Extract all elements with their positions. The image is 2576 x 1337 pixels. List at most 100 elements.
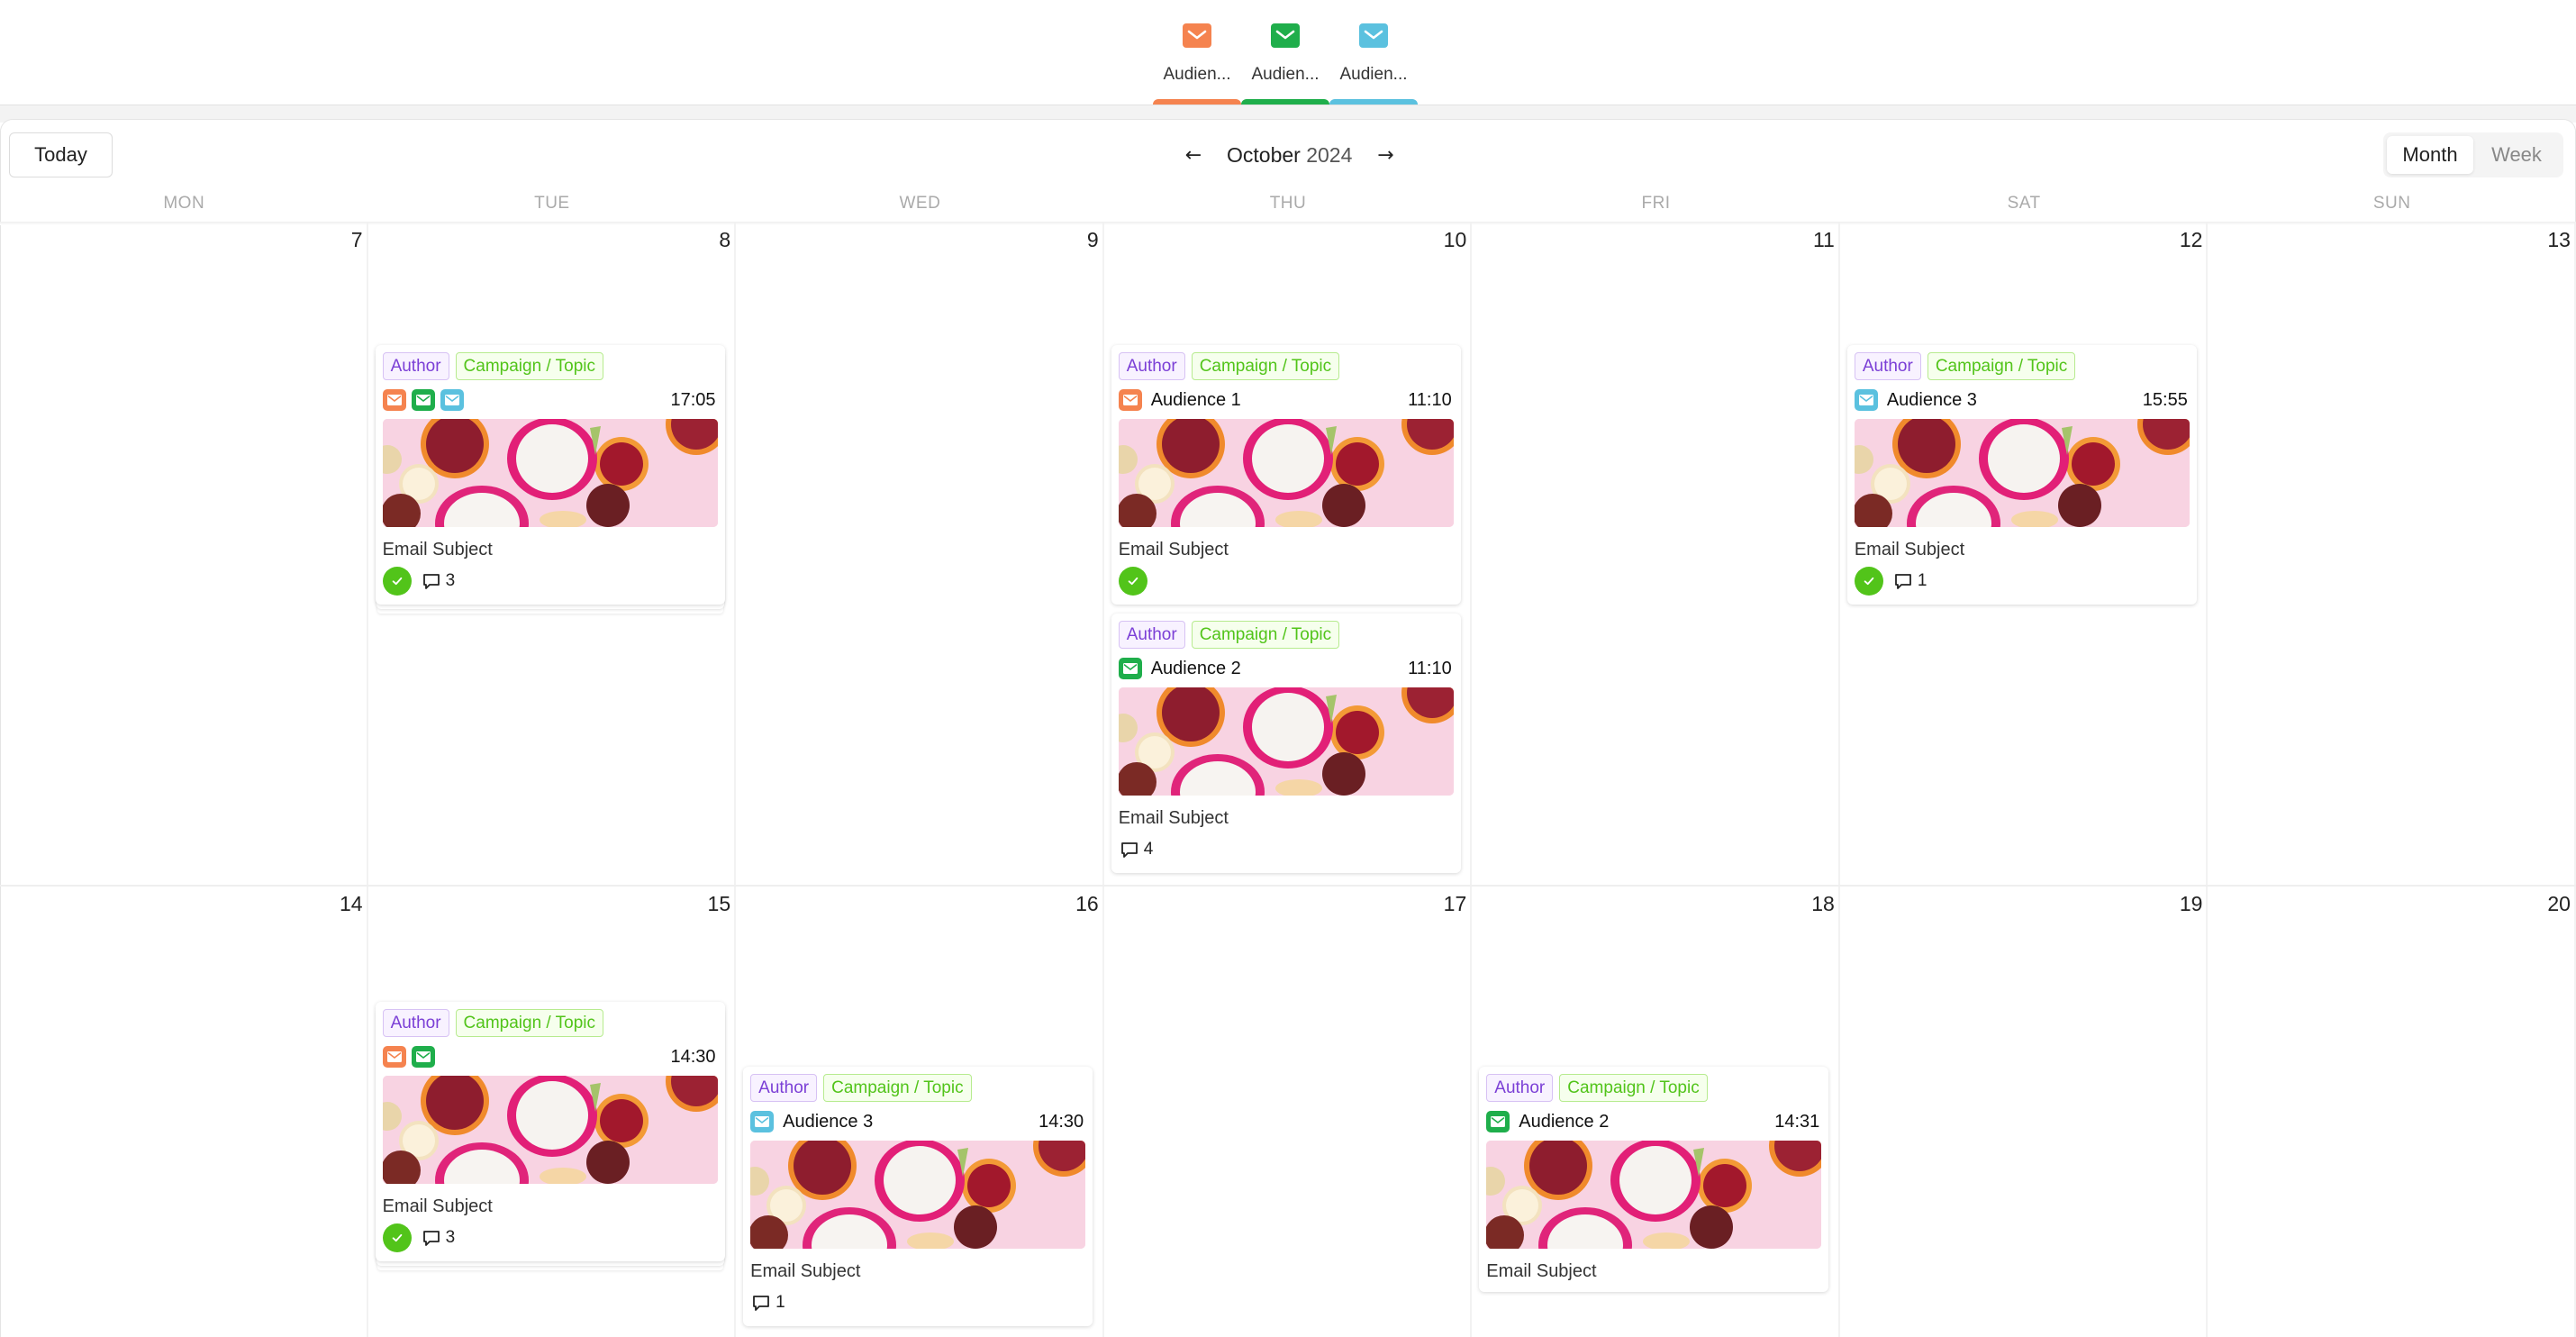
weekday-label: SUN xyxy=(2372,194,2411,213)
weekday-label: TUE xyxy=(534,194,570,213)
email-card[interactable]: Author Campaign / Topic Audience 3 14:30… xyxy=(743,1067,1093,1326)
card-meta: 14:30 xyxy=(382,1040,718,1074)
campaign-tag[interactable]: Campaign / Topic xyxy=(455,352,603,380)
email-card[interactable]: Author Campaign / Topic 17:05 Email Subj… xyxy=(375,345,725,605)
email-thumbnail-image xyxy=(1854,419,2190,527)
mail-icon xyxy=(382,1046,406,1068)
audience-icons xyxy=(382,1046,435,1068)
approved-check-icon xyxy=(1854,567,1883,596)
view-week-button[interactable]: Week xyxy=(2473,136,2560,174)
mail-icon xyxy=(1486,1111,1510,1132)
card-tags: Author Campaign / Topic xyxy=(382,352,718,381)
email-card[interactable]: Author Campaign / Topic Audience 2 14:31… xyxy=(1479,1067,1829,1292)
comment-count-value: 1 xyxy=(1917,571,1927,590)
weekday-label: MON xyxy=(163,194,205,213)
day-number: 19 xyxy=(2179,892,2203,915)
audience-tab-1[interactable]: Audien... xyxy=(1153,0,1241,105)
mail-icon xyxy=(382,389,406,411)
audience-name: Audience 2 xyxy=(1150,658,1241,678)
author-tag[interactable]: Author xyxy=(1118,352,1185,380)
day-number: 8 xyxy=(719,228,731,251)
today-button[interactable]: Today xyxy=(9,132,113,177)
comment-count-value: 3 xyxy=(445,571,456,590)
card-tags: Author Campaign / Topic xyxy=(1854,352,2190,381)
author-tag[interactable]: Author xyxy=(1854,352,1921,380)
card-footer: 3 xyxy=(382,567,718,596)
comment-icon xyxy=(750,1292,772,1314)
day-cell[interactable]: 11 xyxy=(1472,223,1840,885)
weekday-label: FRI xyxy=(1641,194,1671,213)
card-tags: Author Campaign / Topic xyxy=(1118,621,1454,650)
day-cell[interactable]: 17 xyxy=(1104,887,1473,1337)
author-tag[interactable]: Author xyxy=(1486,1074,1554,1102)
email-subject: Email Subject xyxy=(1854,540,1965,559)
prev-month-arrow-icon[interactable]: ← xyxy=(1180,144,1207,167)
send-time: 15:55 xyxy=(2142,389,2188,410)
campaign-tag[interactable]: Campaign / Topic xyxy=(823,1074,972,1102)
campaign-tag[interactable]: Campaign / Topic xyxy=(1191,621,1340,649)
day-number: 9 xyxy=(1086,228,1099,251)
email-card[interactable]: Author Campaign / Topic Audience 2 11:10… xyxy=(1111,614,1461,873)
card-footer: 3 xyxy=(382,1223,718,1252)
mail-icon xyxy=(1183,23,1211,48)
weekday-label: THU xyxy=(1269,194,1307,213)
send-time: 14:31 xyxy=(1774,1111,1820,1132)
day-cell[interactable]: 9 xyxy=(736,223,1104,885)
comments-count[interactable]: 1 xyxy=(1892,570,1927,592)
view-month-button[interactable]: Month xyxy=(2387,136,2473,174)
card-tags: Author Campaign / Topic xyxy=(1486,1074,1821,1103)
author-tag[interactable]: Author xyxy=(1118,621,1185,649)
send-time: 14:30 xyxy=(1039,1111,1084,1132)
card-meta: Audience 2 14:31 xyxy=(1486,1105,1821,1139)
next-month-arrow-icon[interactable]: → xyxy=(1372,144,1399,167)
comments-count[interactable]: 4 xyxy=(1119,839,1153,860)
email-subject: Email Subject xyxy=(1118,540,1229,559)
comments-count[interactable]: 3 xyxy=(421,1227,456,1249)
approved-check-icon xyxy=(382,567,412,596)
comments-count[interactable]: 1 xyxy=(750,1292,785,1314)
email-thumbnail-image xyxy=(1118,687,1454,796)
campaign-tag[interactable]: Campaign / Topic xyxy=(455,1009,603,1037)
card-meta: 17:05 xyxy=(382,383,718,417)
audience-icons xyxy=(1854,389,1878,411)
audience-tab-label: Audien... xyxy=(1339,65,1408,84)
day-cell[interactable]: 20 xyxy=(2208,887,2576,1337)
author-tag[interactable]: Author xyxy=(750,1074,818,1102)
audience-tab-3[interactable]: Audien... xyxy=(1329,0,1418,105)
comment-count-value: 1 xyxy=(776,1293,785,1312)
day-cell[interactable]: 13 xyxy=(2208,223,2576,885)
author-tag[interactable]: Author xyxy=(382,352,449,380)
audience-tab-2[interactable]: Audien... xyxy=(1241,0,1329,105)
email-card[interactable]: Author Campaign / Topic Audience 3 15:55… xyxy=(1846,345,2197,605)
campaign-tag[interactable]: Campaign / Topic xyxy=(1559,1074,1708,1102)
comments-count[interactable]: 3 xyxy=(421,570,456,592)
day-cell[interactable]: 19 xyxy=(1840,887,2209,1337)
month-title: October 2024 xyxy=(1227,143,1352,168)
weekday-header: MON TUE WED THU FRI SAT SUN xyxy=(0,194,2576,223)
day-number: 10 xyxy=(1443,228,1467,251)
email-thumbnail-image xyxy=(382,1076,718,1184)
day-number: 13 xyxy=(2547,228,2571,251)
approved-check-icon xyxy=(1118,567,1147,596)
author-tag[interactable]: Author xyxy=(382,1009,449,1037)
weekday-label: SAT xyxy=(2007,194,2041,213)
email-card[interactable]: Author Campaign / Topic Audience 1 11:10… xyxy=(1111,345,1461,605)
mail-icon xyxy=(750,1111,775,1132)
week-row: 7 8 9 10 11 12 13 Author Campaign / Topic 17:0… xyxy=(0,223,2576,885)
mail-icon xyxy=(440,389,464,411)
comment-count-value: 3 xyxy=(445,1228,456,1247)
campaign-tag[interactable]: Campaign / Topic xyxy=(1191,352,1340,380)
audience-name: Audience 2 xyxy=(1519,1111,1610,1132)
card-meta: Audience 2 11:10 xyxy=(1118,651,1454,686)
mail-icon xyxy=(411,389,435,411)
email-card[interactable]: Author Campaign / Topic 14:30 Email Subj… xyxy=(375,1002,725,1261)
mail-icon xyxy=(411,1046,435,1068)
card-tags: Author Campaign / Topic xyxy=(750,1074,1085,1103)
day-cell[interactable]: 14 xyxy=(0,887,368,1337)
day-cell[interactable]: 7 xyxy=(0,223,368,885)
campaign-tag[interactable]: Campaign / Topic xyxy=(1927,352,2076,380)
card-meta: Audience 3 15:55 xyxy=(1854,383,2190,417)
card-meta: Audience 3 14:30 xyxy=(750,1105,1085,1139)
send-time: 17:05 xyxy=(670,389,716,410)
day-number: 11 xyxy=(1812,228,1835,251)
